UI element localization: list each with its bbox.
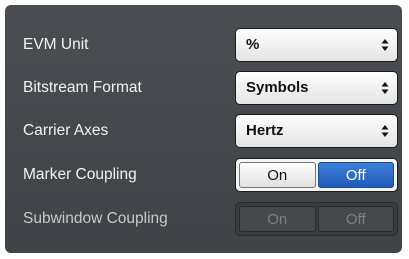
bitstream-format-value: Symbols [246, 79, 309, 96]
dropdown-arrows-icon [381, 125, 389, 137]
dropdown-arrows-icon [381, 39, 389, 51]
evm-unit-select[interactable]: % [235, 28, 398, 62]
carrier-axes-value: Hertz [246, 122, 284, 139]
bitstream-format-row: Bitstream Format Symbols [5, 66, 402, 110]
marker-coupling-label: Marker Coupling [23, 166, 137, 183]
subwindow-coupling-toggle: On Off [235, 202, 398, 236]
subwindow-coupling-label: Subwindow Coupling [23, 210, 168, 227]
evm-unit-label: EVM Unit [23, 36, 89, 53]
subwindow-coupling-on-button: On [239, 206, 316, 232]
carrier-axes-label: Carrier Axes [23, 122, 109, 139]
marker-coupling-off-button[interactable]: Off [317, 162, 394, 188]
bitstream-format-select[interactable]: Symbols [235, 71, 398, 105]
subwindow-coupling-row: Subwindow Coupling On Off [5, 197, 402, 241]
dropdown-arrows-icon [381, 82, 389, 94]
marker-coupling-on-button[interactable]: On [239, 162, 316, 188]
carrier-axes-select[interactable]: Hertz [235, 114, 398, 148]
carrier-axes-row: Carrier Axes Hertz [5, 109, 402, 153]
marker-coupling-toggle[interactable]: On Off [235, 158, 398, 192]
marker-coupling-row: Marker Coupling On Off [5, 153, 402, 197]
evm-unit-value: % [246, 36, 260, 53]
subwindow-coupling-off-button: Off [317, 206, 394, 232]
bitstream-format-label: Bitstream Format [23, 79, 142, 96]
evm-unit-row: EVM Unit % [5, 23, 402, 67]
settings-panel: EVM Unit % Bitstream Format Symbols Carr… [5, 5, 402, 253]
